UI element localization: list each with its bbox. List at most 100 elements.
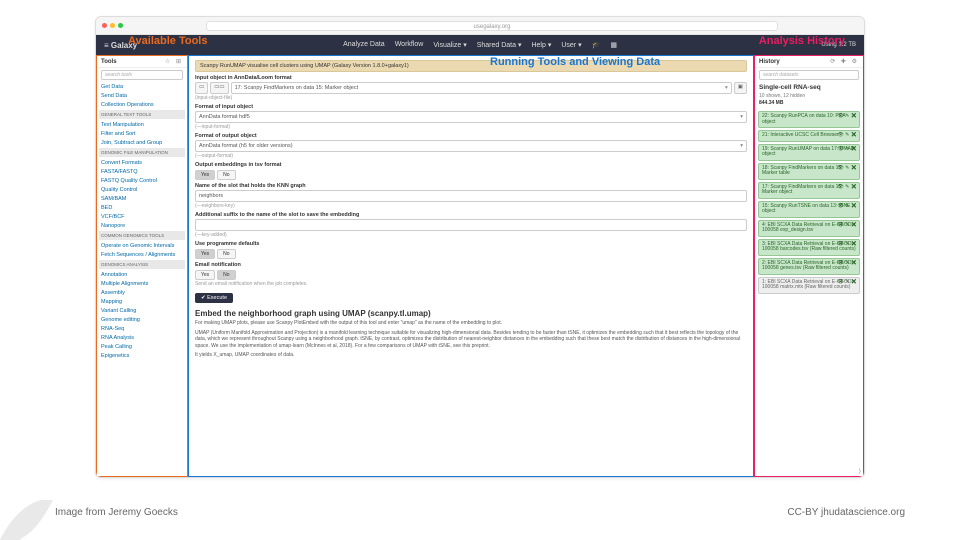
history-item[interactable]: 2: EBI SCXA Data Retrieval on E-GEOD-100… — [758, 258, 860, 275]
tool-link[interactable]: RNA Analysis — [101, 333, 183, 342]
slot-input[interactable]: neighbors — [195, 190, 747, 202]
traffic-light-close[interactable] — [102, 23, 107, 28]
tool-link[interactable]: Epigenetics — [101, 351, 183, 360]
history-size: 844.34 MB — [755, 99, 863, 109]
url-bar[interactable]: usegalaxy.org — [206, 21, 778, 31]
nav-analyze[interactable]: Analyze Data — [343, 41, 385, 49]
masthead-nav: Analyze Data Workflow Visualize ▾ Shared… — [343, 41, 617, 49]
center-panel: Scanpy RunUMAP visualise cell clusters u… — [188, 55, 754, 477]
history-item-icons[interactable]: 👁 ✎ ✖ — [837, 280, 857, 286]
email-yes[interactable]: Yes — [195, 270, 215, 280]
history-item-icons[interactable]: 👁 ✎ ✖ — [837, 133, 857, 139]
history-item[interactable]: 3: EBI SCXA Data Retrieval on E-GEOD-100… — [758, 239, 860, 256]
tool-link[interactable]: Assembly — [101, 288, 183, 297]
src-single-icon[interactable]: ▭ — [195, 82, 208, 94]
tool-link[interactable]: Send Data — [101, 91, 183, 100]
nav-workflow[interactable]: Workflow — [395, 41, 424, 49]
tool-link[interactable]: FASTA/FASTQ — [101, 167, 183, 176]
history-item-icons[interactable]: 👁 ✎ ✖ — [837, 223, 857, 229]
tool-link[interactable]: Multiple Alignments — [101, 279, 183, 288]
callout-tools: Available Tools — [128, 35, 207, 47]
input-dataset-select[interactable]: 17: Scanpy FindMarkers on data 15: Marke… — [231, 82, 732, 94]
history-item-icons[interactable]: 👁 ✎ ✖ — [837, 166, 857, 172]
execute-button[interactable]: ✔ Execute — [195, 293, 233, 303]
tool-link[interactable]: Annotation — [101, 270, 183, 279]
watermark-feather — [0, 500, 60, 540]
email-no[interactable]: No — [217, 270, 235, 280]
history-panel: History ⟳ ✚ ⚙ search datasets Single-cel… — [754, 55, 864, 477]
tool-link[interactable]: Mapping — [101, 297, 183, 306]
tool-header: Scanpy RunUMAP visualise cell clusters u… — [195, 60, 747, 72]
nav-grad-icon[interactable]: 🎓 — [592, 41, 601, 49]
history-search[interactable]: search datasets — [759, 70, 859, 80]
history-item[interactable]: 15: Scanpy RunTSNE on data 13: tSNE obje… — [758, 201, 860, 218]
history-item[interactable]: 1: EBI SCXA Data Retrieval on E-GEOD-100… — [758, 277, 860, 294]
nav-grid-icon[interactable]: ▦ — [610, 41, 617, 49]
tool-link[interactable]: Peak Calling — [101, 342, 183, 351]
defaults-yes[interactable]: Yes — [195, 249, 215, 259]
history-panel-icons[interactable]: ⟳ ✚ ⚙ — [830, 58, 859, 65]
tool-link[interactable]: Nanopore — [101, 221, 183, 230]
callout-center: Running Tools and Viewing Data — [490, 56, 660, 68]
fmt-in-select[interactable]: AnnData format hdf5▾ — [195, 111, 747, 123]
tool-link[interactable]: Convert Formats — [101, 158, 183, 167]
nav-visualize[interactable]: Visualize ▾ — [433, 41, 466, 49]
src-multi-icon[interactable]: ▭▭ — [210, 82, 228, 94]
browser-chrome: usegalaxy.org — [96, 17, 864, 35]
attribution-left: Image from Jeremy Goecks — [55, 507, 178, 518]
history-name[interactable]: Single-cell RNA-seq — [755, 82, 863, 93]
history-item-icons[interactable]: 👁 ✎ ✖ — [837, 261, 857, 267]
tool-link[interactable]: Filter and Sort — [101, 129, 183, 138]
tool-link[interactable]: RNA-Seq — [101, 324, 183, 333]
nav-user[interactable]: User ▾ — [561, 41, 581, 49]
help-p3: It yields X_umap, UMAP coordinates of da… — [195, 352, 747, 359]
history-item[interactable]: 18: Scanpy FindMarkers on data 15: Marke… — [758, 163, 860, 180]
tool-link[interactable]: SAM/BAM — [101, 194, 183, 203]
tool-link[interactable]: Collection Operations — [101, 100, 183, 109]
history-item[interactable]: 22: Scanpy RunPCA on data 10: PCA object… — [758, 111, 860, 128]
history-item-icons[interactable]: 👁 ✎ ✖ — [837, 147, 857, 153]
attribution-right: CC-BY jhudatascience.org — [787, 507, 905, 518]
traffic-light-max[interactable] — [118, 23, 123, 28]
history-item-icons[interactable]: 👁 ✎ ✖ — [837, 114, 857, 120]
embed-no[interactable]: No — [217, 170, 235, 180]
tool-section: GENERAL TEXT TOOLS — [99, 110, 185, 119]
defaults-no[interactable]: No — [217, 249, 235, 259]
help-p2: UMAP (Uniform Manifold Approximation and… — [195, 330, 747, 350]
tool-link[interactable]: Variant Calling — [101, 306, 183, 315]
lbl-input: Input object in AnnData/Loom format — [195, 75, 747, 81]
history-item-icons[interactable]: 👁 ✎ ✖ — [837, 204, 857, 210]
lbl-email: Email notification — [195, 262, 747, 268]
history-item[interactable]: 4: EBI SCXA Data Retrieval on E-GEOD-100… — [758, 220, 860, 237]
tool-link[interactable]: VCF/BCF — [101, 212, 183, 221]
tool-link[interactable]: Operate on Genomic Intervals — [101, 241, 183, 250]
history-item-icons[interactable]: 👁 ✎ ✖ — [837, 185, 857, 191]
nav-help[interactable]: Help ▾ — [531, 41, 551, 49]
lbl-defaults: Use programme defaults — [195, 241, 747, 247]
traffic-light-min[interactable] — [110, 23, 115, 28]
tool-link[interactable]: FASTQ Quality Control — [101, 176, 183, 185]
tool-section: GENOMIC FILE MANIPULATION — [99, 148, 185, 157]
history-item[interactable]: 21: Interactive UCSC Cell Browser👁 ✎ ✖ — [758, 130, 860, 142]
suffix-input[interactable] — [195, 219, 747, 231]
tool-link[interactable]: Fetch Sequences / Alignments — [101, 250, 183, 259]
history-item[interactable]: 17: Scanpy FindMarkers on data 15: Marke… — [758, 182, 860, 199]
masthead: ≡ Galaxy Analyze Data Workflow Visualize… — [96, 35, 864, 55]
browse-icon[interactable]: ▣ — [734, 82, 747, 94]
tool-link[interactable]: Genome editing — [101, 315, 183, 324]
lbl-fmt-out: Format of output object — [195, 133, 747, 139]
tool-link[interactable]: BED — [101, 203, 183, 212]
tools-search[interactable]: search tools — [101, 70, 183, 80]
embed-yes[interactable]: Yes — [195, 170, 215, 180]
tools-panel: Tools ☆ ⊞ search tools Get DataSend Data… — [96, 55, 188, 477]
tool-link[interactable]: Join, Subtract and Group — [101, 138, 183, 147]
tool-link[interactable]: Get Data — [101, 82, 183, 91]
history-item[interactable]: 19: Scanpy RunUMAP on data 17: UMAP obje… — [758, 144, 860, 161]
nav-shared[interactable]: Shared Data ▾ — [477, 41, 522, 49]
tool-link[interactable]: Text Manipulation — [101, 120, 183, 129]
fmt-out-select[interactable]: AnnData format (h5 for older versions)▾ — [195, 140, 747, 152]
history-item-icons[interactable]: 👁 ✎ ✖ — [837, 242, 857, 248]
tool-link[interactable]: Quality Control — [101, 185, 183, 194]
tools-panel-icons[interactable]: ☆ ⊞ — [165, 58, 183, 65]
history-title: History — [759, 59, 780, 65]
